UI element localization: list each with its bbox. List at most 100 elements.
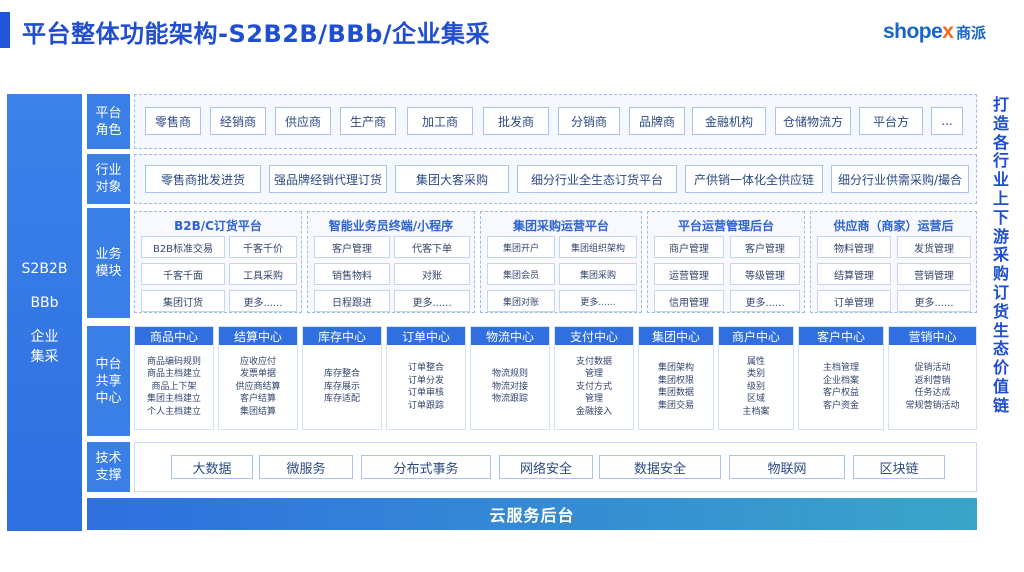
- center-customer: 客户中心 主档管理 企业档案 客户权益 客户资金: [798, 326, 884, 430]
- center-product: 商品中心 商品编码规则 商品主档建立 商品上下架 集团主档建立 个人主档建立: [134, 326, 214, 430]
- center-item: 发票单据: [239, 369, 276, 380]
- role-chip: 批发商: [483, 107, 549, 135]
- row-label-tech: 技术支撑: [87, 442, 130, 492]
- target-chip: 细分行业供需采购/撮合: [831, 165, 969, 193]
- title-accent-bar: [0, 12, 10, 48]
- page-title: 平台整体功能架构-S2B2B/BBb/企业集采: [22, 20, 491, 48]
- row-label-roles: 平台角色: [87, 94, 130, 149]
- module-item: 集团开户: [487, 236, 555, 258]
- center-item: 物流规则: [491, 369, 528, 380]
- center-item: 集团交易: [657, 400, 694, 411]
- brand-x: x: [942, 20, 954, 43]
- center-title: 集团中心: [639, 327, 713, 345]
- tech-chip: 区块链: [853, 455, 945, 479]
- row-label-modules: 业务模块: [87, 208, 130, 318]
- center-item: 集团结算: [239, 406, 276, 417]
- center-title: 营销中心: [889, 327, 976, 345]
- module-sales-terminal: 智能业务员终端/小程序 客户管理 代客下单 销售物料 对账 日程跟进 更多...…: [307, 211, 475, 313]
- center-title: 结算中心: [219, 327, 297, 345]
- center-title: 库存中心: [303, 327, 381, 345]
- center-item: 商品上下架: [151, 381, 197, 392]
- role-chip: 仓储物流方: [775, 107, 851, 135]
- center-item: 集团主档建立: [146, 394, 201, 405]
- module-item: 销售物料: [314, 263, 390, 285]
- center-item: 客户权益: [822, 388, 859, 398]
- module-item: 订单管理: [817, 290, 891, 312]
- left-panel-line: S2B2B: [21, 260, 68, 277]
- targets-row: 零售商批发进货 强品牌经销代理订货 集团大客采购 细分行业全生态订货平台 产供销…: [134, 154, 977, 204]
- center-item: 库存适配: [323, 394, 360, 405]
- center-item: 属性: [746, 356, 765, 367]
- center-item: 类别: [746, 369, 765, 380]
- module-item: 客户管理: [730, 236, 800, 258]
- right-slogan: 打造各行业上下游采购订货生态价值链: [992, 95, 1009, 415]
- center-item: 订单整合: [407, 363, 444, 373]
- module-item: 日程跟进: [314, 290, 390, 312]
- center-item: 集团权限: [657, 375, 694, 386]
- center-item: 任务达成: [914, 388, 951, 398]
- tech-chip: 数据安全: [599, 455, 721, 479]
- tech-row: 大数据 微服务 分布式事务 网络安全 数据安全 物联网 区块链: [134, 442, 977, 492]
- center-item: 物流跟踪: [491, 394, 528, 405]
- center-item: 金融接入: [575, 406, 612, 417]
- module-item: 等级管理: [730, 263, 800, 285]
- center-item: 库存整合: [323, 369, 360, 380]
- module-item: 更多......: [559, 290, 637, 312]
- center-item: 客户资金: [822, 400, 859, 411]
- module-item: 物料管理: [817, 236, 891, 258]
- module-title: 平台运营管理后台: [677, 219, 774, 233]
- center-title: 物流中心: [471, 327, 549, 345]
- module-platform-ops: 平台运营管理后台 商户管理 客户管理 运营管理 等级管理 信用管理 更多....…: [647, 211, 805, 313]
- module-item: 代客下单: [394, 236, 470, 258]
- left-panel-line: BBb: [30, 294, 59, 311]
- center-item: 区域: [746, 394, 765, 405]
- center-item: 商品编码规则: [146, 356, 201, 367]
- center-marketing: 营销中心 促销活动 返利营销 任务达成 常规营销活动: [888, 326, 977, 430]
- center-item: 订单分发: [407, 375, 444, 386]
- center-payment: 支付中心 支付数据 管理 支付方式 管理 金融接入: [554, 326, 634, 430]
- target-chip: 细分行业全生态订货平台: [517, 165, 677, 193]
- role-chip-more: ...: [931, 107, 963, 135]
- module-item: 工具采购: [229, 263, 297, 285]
- module-item: 集团订货: [141, 290, 225, 312]
- target-chip: 产供销一体化全供应链: [685, 165, 823, 193]
- center-settlement: 结算中心 应收应付 发票单据 供应商结算 客户结算 集团结算: [218, 326, 298, 430]
- center-inventory: 库存中心 库存整合 库存展示 库存适配: [302, 326, 382, 430]
- center-item: 商品主档建立: [146, 369, 201, 380]
- tech-chip: 微服务: [259, 455, 353, 479]
- module-item: 集团采购: [559, 263, 637, 285]
- center-item: 企业档案: [822, 375, 859, 386]
- role-chip: 品牌商: [629, 107, 685, 135]
- role-chip: 零售商: [145, 107, 201, 135]
- tech-chip: 物联网: [729, 455, 845, 479]
- left-panel: S2B2B BBb 企业 集采: [7, 94, 82, 531]
- modules-row: B2B/C订货平台 B2B标准交易 千客千价 千客千面 工具采购 集团订货 更多…: [134, 208, 977, 318]
- module-item: 千客千价: [229, 236, 297, 258]
- center-item: 支付方式: [575, 381, 612, 392]
- row-label-middle: 中台共享中心: [87, 326, 130, 436]
- module-item: 结算管理: [817, 263, 891, 285]
- middle-row: 商品中心 商品编码规则 商品主档建立 商品上下架 集团主档建立 个人主档建立 结…: [134, 326, 977, 436]
- role-chip: 生产商: [340, 107, 396, 135]
- module-item: 客户管理: [314, 236, 390, 258]
- center-item: 个人主档建立: [146, 406, 201, 417]
- center-group: 集团中心 集团架构 集团权限 集团数据 集团交易: [638, 326, 714, 430]
- module-item: 更多......: [897, 290, 971, 312]
- role-chip: 平台方: [859, 107, 923, 135]
- center-item: 主档案: [742, 406, 770, 417]
- center-logistics: 物流中心 物流规则 物流对接 物流跟踪: [470, 326, 550, 430]
- center-merchant: 商户中心 属性 类别 级别 区域 主档案: [718, 326, 794, 430]
- center-item: 库存展示: [323, 381, 360, 392]
- center-item: 常规营销活动: [905, 400, 960, 411]
- role-chip: 金融机构: [692, 107, 766, 135]
- center-item: 集团数据: [657, 388, 694, 398]
- center-title: 商品中心: [135, 327, 213, 345]
- module-item: 更多......: [394, 290, 470, 312]
- module-item: B2B标准交易: [141, 236, 225, 258]
- tech-chip: 分布式事务: [361, 455, 491, 479]
- module-item: 营销管理: [897, 263, 971, 285]
- center-item: 应收应付: [239, 356, 276, 367]
- module-title: 集团采购运营平台: [512, 219, 609, 233]
- module-group-purchase: 集团采购运营平台 集团开户 集团组织架构 集团会员 集团采购 集团对账 更多..…: [480, 211, 642, 313]
- target-chip: 零售商批发进货: [145, 165, 261, 193]
